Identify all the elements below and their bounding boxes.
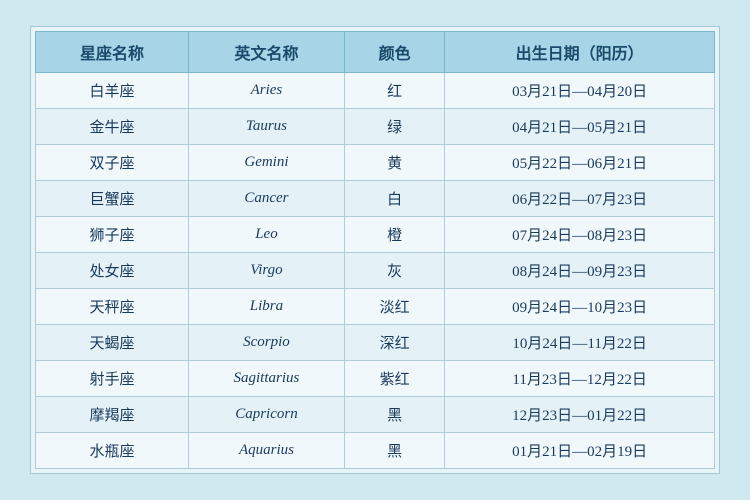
zodiac-en: Scorpio xyxy=(188,325,344,361)
zodiac-color: 红 xyxy=(344,73,444,109)
zodiac-en: Aries xyxy=(188,73,344,109)
table-row: 射手座Sagittarius紫红11月23日—12月22日 xyxy=(36,361,715,397)
table-row: 双子座Gemini黄05月22日—06月21日 xyxy=(36,145,715,181)
zodiac-date: 10月24日—11月22日 xyxy=(445,325,715,361)
zodiac-color: 深红 xyxy=(344,325,444,361)
zodiac-color: 黑 xyxy=(344,433,444,469)
zodiac-en: Virgo xyxy=(188,253,344,289)
table-row: 巨蟹座Cancer白06月22日—07月23日 xyxy=(36,181,715,217)
zodiac-date: 05月22日—06月21日 xyxy=(445,145,715,181)
zodiac-color: 黑 xyxy=(344,397,444,433)
zodiac-date: 04月21日—05月21日 xyxy=(445,109,715,145)
zodiac-date: 01月21日—02月19日 xyxy=(445,433,715,469)
zodiac-en: Aquarius xyxy=(188,433,344,469)
zodiac-cn: 天蝎座 xyxy=(36,325,189,361)
header-cn: 星座名称 xyxy=(36,32,189,73)
table-row: 白羊座Aries红03月21日—04月20日 xyxy=(36,73,715,109)
zodiac-cn: 巨蟹座 xyxy=(36,181,189,217)
zodiac-date: 09月24日—10月23日 xyxy=(445,289,715,325)
zodiac-cn: 狮子座 xyxy=(36,217,189,253)
zodiac-en: Libra xyxy=(188,289,344,325)
table-body: 白羊座Aries红03月21日—04月20日金牛座Taurus绿04月21日—0… xyxy=(36,73,715,469)
header-date: 出生日期（阳历） xyxy=(445,32,715,73)
header-en: 英文名称 xyxy=(188,32,344,73)
zodiac-table: 星座名称 英文名称 颜色 出生日期（阳历） 白羊座Aries红03月21日—04… xyxy=(35,31,715,469)
zodiac-cn: 天秤座 xyxy=(36,289,189,325)
zodiac-color: 橙 xyxy=(344,217,444,253)
zodiac-en: Sagittarius xyxy=(188,361,344,397)
zodiac-cn: 处女座 xyxy=(36,253,189,289)
table-header-row: 星座名称 英文名称 颜色 出生日期（阳历） xyxy=(36,32,715,73)
zodiac-en: Taurus xyxy=(188,109,344,145)
zodiac-en: Gemini xyxy=(188,145,344,181)
zodiac-table-container: 星座名称 英文名称 颜色 出生日期（阳历） 白羊座Aries红03月21日—04… xyxy=(30,26,720,474)
zodiac-en: Capricorn xyxy=(188,397,344,433)
zodiac-date: 03月21日—04月20日 xyxy=(445,73,715,109)
zodiac-color: 灰 xyxy=(344,253,444,289)
zodiac-cn: 白羊座 xyxy=(36,73,189,109)
zodiac-color: 紫红 xyxy=(344,361,444,397)
zodiac-date: 06月22日—07月23日 xyxy=(445,181,715,217)
zodiac-cn: 金牛座 xyxy=(36,109,189,145)
zodiac-date: 07月24日—08月23日 xyxy=(445,217,715,253)
table-row: 水瓶座Aquarius黑01月21日—02月19日 xyxy=(36,433,715,469)
zodiac-color: 淡红 xyxy=(344,289,444,325)
zodiac-color: 白 xyxy=(344,181,444,217)
table-row: 处女座Virgo灰08月24日—09月23日 xyxy=(36,253,715,289)
table-row: 狮子座Leo橙07月24日—08月23日 xyxy=(36,217,715,253)
zodiac-cn: 摩羯座 xyxy=(36,397,189,433)
zodiac-en: Cancer xyxy=(188,181,344,217)
table-row: 天蝎座Scorpio深红10月24日—11月22日 xyxy=(36,325,715,361)
zodiac-en: Leo xyxy=(188,217,344,253)
zodiac-cn: 双子座 xyxy=(36,145,189,181)
table-row: 摩羯座Capricorn黑12月23日—01月22日 xyxy=(36,397,715,433)
zodiac-cn: 射手座 xyxy=(36,361,189,397)
zodiac-color: 黄 xyxy=(344,145,444,181)
table-row: 天秤座Libra淡红09月24日—10月23日 xyxy=(36,289,715,325)
zodiac-date: 12月23日—01月22日 xyxy=(445,397,715,433)
header-color: 颜色 xyxy=(344,32,444,73)
zodiac-date: 08月24日—09月23日 xyxy=(445,253,715,289)
zodiac-cn: 水瓶座 xyxy=(36,433,189,469)
zodiac-date: 11月23日—12月22日 xyxy=(445,361,715,397)
zodiac-color: 绿 xyxy=(344,109,444,145)
table-row: 金牛座Taurus绿04月21日—05月21日 xyxy=(36,109,715,145)
